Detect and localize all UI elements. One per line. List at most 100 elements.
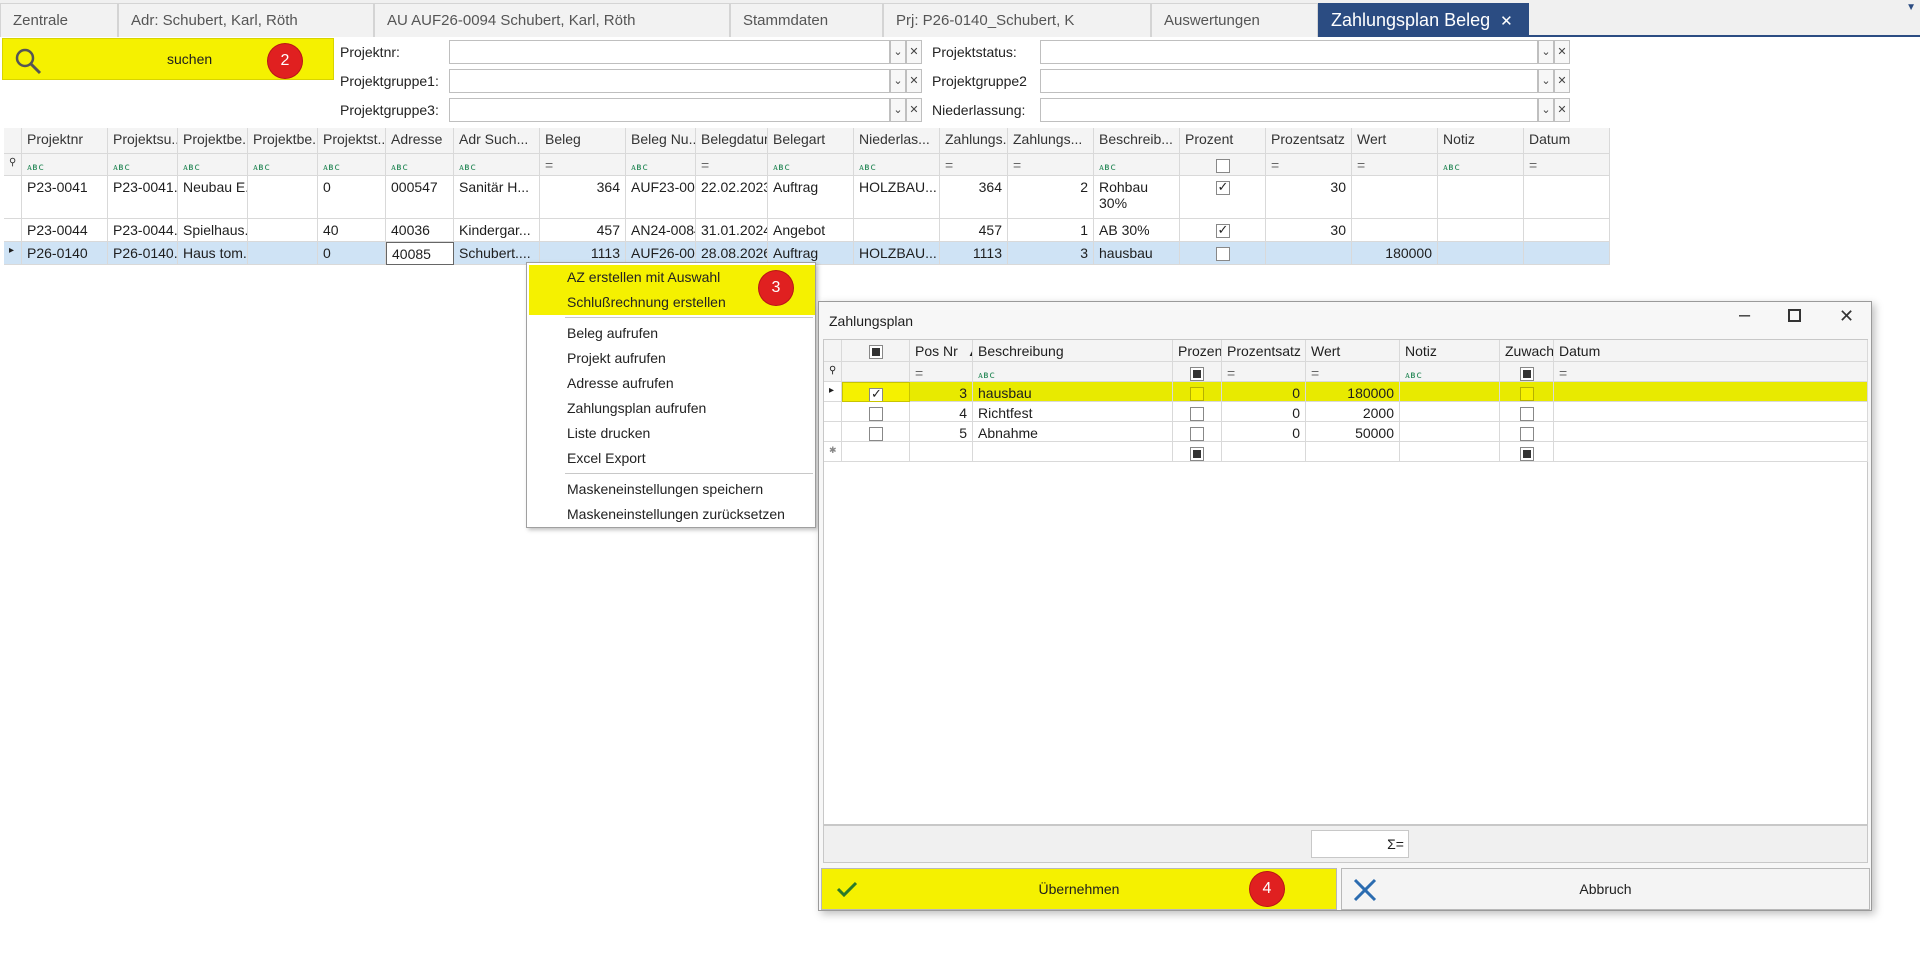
column-header[interactable]: Wert bbox=[1352, 128, 1438, 154]
grid-cell[interactable]: 0 bbox=[318, 176, 386, 219]
clear-icon[interactable]: ✕ bbox=[906, 69, 922, 93]
new-row-cell[interactable] bbox=[973, 442, 1173, 462]
grid-cell[interactable] bbox=[1500, 402, 1554, 422]
column-filter[interactable] bbox=[842, 362, 910, 382]
grid-cell[interactable]: 3 bbox=[1008, 242, 1094, 265]
column-header[interactable]: Datum bbox=[1524, 128, 1610, 154]
checkbox[interactable] bbox=[1215, 159, 1230, 174]
column-filter[interactable]: ᴀʙc bbox=[22, 154, 108, 176]
column-header[interactable] bbox=[842, 340, 910, 362]
search-button[interactable]: suchen 2 bbox=[2, 38, 334, 80]
column-filter[interactable]: ᴀʙc bbox=[248, 154, 318, 176]
grid-cell[interactable] bbox=[1173, 402, 1222, 422]
projektgruppe1-input[interactable] bbox=[449, 69, 890, 93]
grid-cell[interactable] bbox=[1352, 176, 1438, 219]
column-filter[interactable]: = bbox=[940, 154, 1008, 176]
grid-cell[interactable]: ▸ bbox=[824, 382, 842, 402]
grid-cell[interactable]: 0 bbox=[1222, 402, 1306, 422]
grid-cell[interactable] bbox=[1438, 242, 1524, 265]
column-filter[interactable]: ᴀʙc bbox=[178, 154, 248, 176]
grid-cell[interactable]: AB 30% bbox=[1094, 219, 1180, 242]
column-header[interactable]: Projektnr bbox=[22, 128, 108, 154]
grid-cell[interactable]: 0 bbox=[1222, 382, 1306, 402]
grid-cell[interactable]: hausbau bbox=[973, 382, 1173, 402]
column-filter[interactable]: ᴀʙc bbox=[108, 154, 178, 176]
grid-cell[interactable]: 50000 bbox=[1306, 422, 1400, 442]
column-filter[interactable]: ᴀʙc bbox=[1400, 362, 1500, 382]
grid-cell[interactable]: P23-0044 bbox=[22, 219, 108, 242]
checkbox[interactable] bbox=[1519, 367, 1534, 381]
column-filter[interactable]: = bbox=[910, 362, 973, 382]
clear-icon[interactable]: ✕ bbox=[906, 98, 922, 122]
menu-item-az-erstellen[interactable]: AZ erstellen mit Auswahl bbox=[567, 269, 720, 285]
column-header[interactable]: Prozentsatz bbox=[1222, 340, 1306, 362]
column-filter[interactable]: = bbox=[1352, 154, 1438, 176]
grid-cell[interactable] bbox=[1400, 402, 1500, 422]
projektgruppe2-input[interactable] bbox=[1040, 69, 1538, 93]
grid-cell[interactable]: 180000 bbox=[1352, 242, 1438, 265]
column-filter[interactable]: ᴀʙc bbox=[973, 362, 1173, 382]
column-filter[interactable]: = bbox=[1306, 362, 1400, 382]
grid-cell[interactable] bbox=[854, 219, 940, 242]
column-filter[interactable]: ᴀʙc bbox=[386, 154, 454, 176]
grid-cell[interactable]: 30 bbox=[1266, 176, 1352, 219]
column-header[interactable]: Prozent bbox=[1173, 340, 1222, 362]
column-header[interactable]: Pos Nr ▲ bbox=[910, 340, 973, 362]
grid-cell[interactable]: 40085 bbox=[386, 242, 454, 265]
grid-cell[interactable]: 30 bbox=[1266, 219, 1352, 242]
grid-cell[interactable] bbox=[824, 402, 842, 422]
grid-cell[interactable]: HOLZBAU... bbox=[854, 176, 940, 219]
grid-cell[interactable] bbox=[1180, 176, 1266, 219]
column-filter[interactable]: ᴀʙc bbox=[454, 154, 540, 176]
column-header[interactable]: Prozentsatz bbox=[1266, 128, 1352, 154]
minimize-icon[interactable]: – bbox=[1739, 304, 1750, 327]
grid-cell[interactable]: 40036 bbox=[386, 219, 454, 242]
column-filter[interactable]: = bbox=[1524, 154, 1610, 176]
grid-cell[interactable]: Sanitär H... bbox=[454, 176, 540, 219]
niederlassung-input[interactable] bbox=[1040, 98, 1538, 122]
grid-cell[interactable]: Rohbau 30% bbox=[1094, 176, 1180, 219]
tab-auswertungen[interactable]: Auswertungen bbox=[1151, 3, 1318, 37]
column-header[interactable] bbox=[824, 340, 842, 362]
grid-cell[interactable] bbox=[1352, 219, 1438, 242]
grid-cell[interactable] bbox=[1524, 242, 1610, 265]
grid-cell[interactable] bbox=[1438, 219, 1524, 242]
grid-cell[interactable] bbox=[1266, 242, 1352, 265]
column-filter[interactable]: ᴀʙc bbox=[1094, 154, 1180, 176]
checkbox[interactable] bbox=[1190, 427, 1204, 441]
tab-auftrag[interactable]: AU AUF26-0094 Schubert, Karl, Röth bbox=[374, 3, 730, 37]
grid-cell[interactable]: 0 bbox=[318, 242, 386, 265]
grid-cell[interactable]: 364 bbox=[540, 176, 626, 219]
menu-item-masken-speichern[interactable]: Maskeneinstellungen speichern bbox=[567, 481, 763, 497]
column-filter[interactable]: = bbox=[540, 154, 626, 176]
column-header[interactable]: Zuwachs bbox=[1500, 340, 1554, 362]
grid-cell[interactable] bbox=[248, 242, 318, 265]
grid-cell[interactable] bbox=[1173, 422, 1222, 442]
checkbox[interactable] bbox=[1190, 367, 1204, 381]
column-filter[interactable]: = bbox=[696, 154, 768, 176]
grid-cell[interactable]: HOLZBAU... bbox=[854, 242, 940, 265]
column-header[interactable]: Belegart bbox=[768, 128, 854, 154]
grid-cell[interactable]: 5 bbox=[910, 422, 973, 442]
projektnr-input[interactable] bbox=[449, 40, 890, 64]
column-filter[interactable]: ᴀʙc bbox=[854, 154, 940, 176]
menu-item-adresse-aufrufen[interactable]: Adresse aufrufen bbox=[567, 375, 674, 391]
checkbox[interactable] bbox=[1215, 247, 1230, 262]
clear-icon[interactable]: ✕ bbox=[1554, 69, 1570, 93]
new-row-cell[interactable]: ✱ bbox=[824, 442, 842, 462]
grid-cell[interactable]: 000547 bbox=[386, 176, 454, 219]
tab-zentrale[interactable]: Zentrale bbox=[0, 3, 118, 37]
checkbox[interactable] bbox=[868, 427, 883, 441]
grid-cell[interactable]: 0 bbox=[1222, 422, 1306, 442]
column-header[interactable]: Zahlungs... bbox=[1008, 128, 1094, 154]
tab-zahlungsplan-beleg[interactable]: Zahlungsplan Beleg ✕ bbox=[1318, 3, 1529, 37]
chevron-down-icon[interactable]: ⌄ bbox=[890, 98, 906, 122]
maximize-icon[interactable] bbox=[1788, 309, 1801, 322]
column-header[interactable]: Niederlas... bbox=[854, 128, 940, 154]
grid-cell[interactable] bbox=[248, 219, 318, 242]
column-header[interactable]: Datum bbox=[1554, 340, 1868, 362]
grid-cell[interactable]: P23-0044... bbox=[108, 219, 178, 242]
grid-cell[interactable]: 2 bbox=[1008, 176, 1094, 219]
menu-item-schlussrechnung[interactable]: Schlußrechnung erstellen bbox=[567, 294, 726, 310]
grid-cell[interactable]: AN24-0084 bbox=[626, 219, 696, 242]
